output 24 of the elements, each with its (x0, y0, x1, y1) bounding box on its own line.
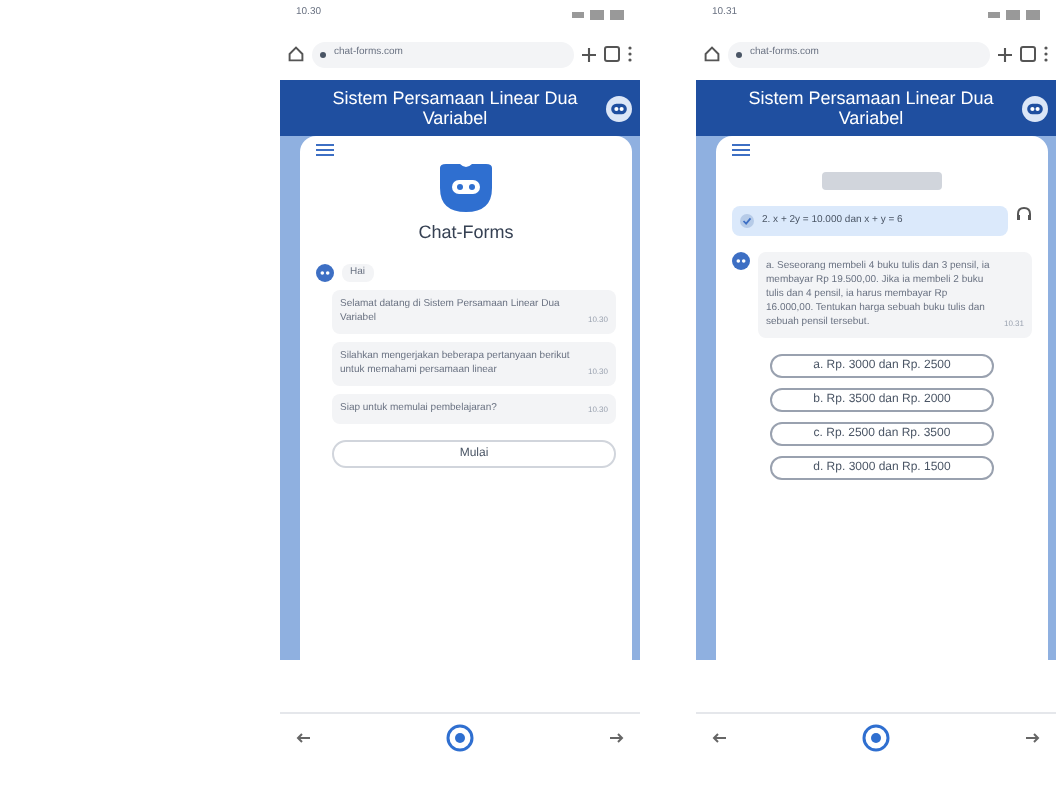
menu-icon[interactable] (732, 144, 750, 156)
back-arrow-icon[interactable] (296, 731, 310, 743)
forward-arrow-icon[interactable] (610, 731, 624, 743)
app-title: Sistem Persamaan Linear Dua Variabel (746, 88, 996, 128)
status-icons-drawing (988, 9, 1040, 19)
tabs-icon[interactable] (1020, 46, 1036, 62)
plus-icon[interactable] (998, 47, 1012, 61)
home-icon[interactable] (704, 46, 720, 62)
robot-logo-icon (436, 164, 496, 212)
forward-arrow-icon[interactable] (1026, 731, 1040, 743)
headset-icon (1016, 206, 1032, 222)
back-arrow-icon[interactable] (712, 731, 726, 743)
bot-avatar-icon (732, 252, 750, 270)
plus-icon[interactable] (582, 47, 596, 61)
bot-avatar-icon (316, 264, 334, 282)
bot-avatar-icon (1022, 95, 1048, 121)
status-icons-drawing (572, 9, 624, 19)
menu-icon[interactable] (316, 144, 334, 156)
home-icon[interactable] (288, 46, 304, 62)
check-icon (740, 214, 754, 228)
tabs-icon[interactable] (604, 46, 620, 62)
app-name: Chat-Forms (418, 220, 514, 246)
app-title: Sistem Persamaan Linear Dua Variabel (330, 88, 580, 128)
bot-avatar-icon (606, 95, 632, 121)
